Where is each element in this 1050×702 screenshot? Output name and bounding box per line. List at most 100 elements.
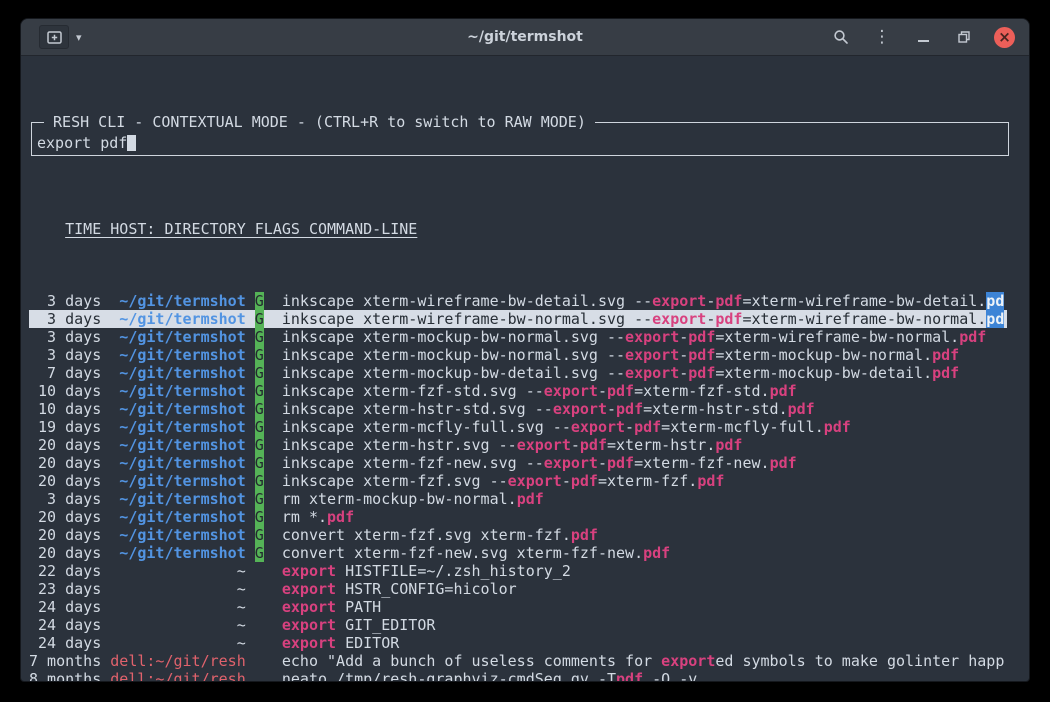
restore-icon: [957, 30, 971, 44]
row-host: dell:~/git/resh: [110, 670, 245, 682]
gap: [264, 562, 282, 580]
search-query-text: export pdf: [37, 134, 127, 152]
cmd-segment: rm xterm-mockup-bw-normal.: [282, 490, 517, 508]
row-flag: G: [255, 544, 264, 562]
cmd-segment: pdf: [607, 382, 634, 400]
row-host: ~/git/termshot: [110, 526, 245, 544]
gap: [264, 346, 282, 364]
history-row[interactable]: 3 days ~/git/termshot G inkscape xterm-m…: [29, 328, 1007, 346]
history-row[interactable]: 10 days ~/git/termshot G inkscape xterm-…: [29, 382, 1007, 400]
row-host: ~/git/termshot: [110, 436, 245, 454]
cmd-segment: pdf: [688, 364, 715, 382]
history-row[interactable]: 20 days ~/git/termshot G rm *.pdf: [29, 508, 1007, 526]
row-flag: G: [255, 508, 264, 526]
gap: [101, 364, 110, 382]
search-button[interactable]: [830, 26, 852, 48]
gap: [101, 454, 110, 472]
gap: [264, 580, 282, 598]
cmd-segment: pdf: [770, 382, 797, 400]
history-row[interactable]: 3 days ~/git/termshot G inkscape xterm-w…: [29, 310, 1007, 328]
cmd-segment: export: [282, 598, 336, 616]
row-time: 23 days: [29, 580, 101, 598]
gap: [264, 292, 282, 310]
row-flag: G: [255, 454, 264, 472]
gap: [264, 652, 282, 670]
cmd-segment: export: [544, 382, 598, 400]
search-box[interactable]: RESH CLI - CONTEXTUAL MODE - (CTRL+R to …: [31, 122, 1009, 156]
history-row[interactable]: 23 days ~ export HSTR_CONFIG=hicolor: [29, 580, 1007, 598]
cmd-segment: pdf: [715, 436, 742, 454]
row-flag: [255, 562, 264, 580]
close-button[interactable]: ×: [994, 27, 1015, 48]
row-host: ~: [110, 616, 245, 634]
history-row[interactable]: 3 days ~/git/termshot G rm xterm-mockup-…: [29, 490, 1007, 508]
history-row[interactable]: 7 days ~/git/termshot G inkscape xterm-m…: [29, 364, 1007, 382]
history-row[interactable]: 8 months dell:~/git/resh neato /tmp/resh…: [29, 670, 1007, 682]
history-row[interactable]: 20 days ~/git/termshot G convert xterm-f…: [29, 544, 1007, 562]
cmd-segment: -: [598, 382, 607, 400]
cmd-segment: convert xterm-fzf-new.svg xterm-fzf-new.: [282, 544, 643, 562]
row-flag: G: [255, 310, 264, 328]
header-text: TIME HOST: DIRECTORY FLAGS COMMAND-LINE: [65, 220, 417, 238]
gap: [101, 652, 110, 670]
row-host: ~/git/termshot: [110, 490, 245, 508]
gap: [264, 490, 282, 508]
titlebar[interactable]: ▾ ~/git/termshot ⋮ ×: [21, 19, 1029, 56]
cmd-segment: export: [508, 472, 562, 490]
cmd-segment: pdf: [688, 328, 715, 346]
cmd-segment: -: [706, 310, 715, 328]
history-row[interactable]: 24 days ~ export EDITOR: [29, 634, 1007, 652]
row-host: ~/git/termshot: [110, 364, 245, 382]
history-row[interactable]: 3 days ~/git/termshot G inkscape xterm-m…: [29, 346, 1007, 364]
cmd-segment: rm *.: [282, 508, 327, 526]
text-cursor: [127, 135, 136, 151]
menu-button[interactable]: ⋮: [871, 26, 893, 48]
chevron-down-icon[interactable]: ▾: [76, 31, 82, 44]
cmd-segment: pdf: [715, 310, 742, 328]
row-time: 20 days: [29, 436, 101, 454]
titlebar-right: ⋮ ×: [830, 26, 1029, 48]
row-host: ~/git/termshot: [110, 310, 245, 328]
history-row[interactable]: 19 days ~/git/termshot G inkscape xterm-…: [29, 418, 1007, 436]
cmd-segment: -: [679, 364, 688, 382]
row-host: ~/git/termshot: [110, 418, 245, 436]
row-flag: [255, 652, 264, 670]
history-row[interactable]: 22 days ~ export HISTFILE=~/.zsh_history…: [29, 562, 1007, 580]
gap: [101, 634, 110, 652]
gap: [101, 580, 110, 598]
search-query-input[interactable]: export pdf: [37, 134, 136, 152]
cmd-segment: inkscape xterm-mockup-bw-normal.svg --: [282, 346, 625, 364]
cmd-segment: =xterm-fzf-new.: [634, 454, 769, 472]
gap: [264, 526, 282, 544]
gap: [246, 670, 255, 682]
row-host: ~/git/termshot: [110, 508, 245, 526]
row-time: 3 days: [29, 292, 101, 310]
gap: [246, 598, 255, 616]
history-row[interactable]: 7 months dell:~/git/resh echo "Add a bun…: [29, 652, 1007, 670]
restore-button[interactable]: [953, 26, 975, 48]
history-row[interactable]: 24 days ~ export PATH: [29, 598, 1007, 616]
cmd-segment: export: [553, 400, 607, 418]
cmd-segment: -O -v: [643, 670, 697, 682]
history-row[interactable]: 20 days ~/git/termshot G convert xterm-f…: [29, 526, 1007, 544]
row-host: ~: [110, 580, 245, 598]
minimize-button[interactable]: [912, 26, 934, 48]
history-row[interactable]: 3 days ~/git/termshot G inkscape xterm-w…: [29, 292, 1007, 310]
history-row[interactable]: 10 days ~/git/termshot G inkscape xterm-…: [29, 400, 1007, 418]
cmd-segment: export: [282, 580, 336, 598]
cmd-segment: =xterm-fzf.: [598, 472, 697, 490]
cmd-segment: pdf: [932, 364, 959, 382]
cmd-segment: -: [562, 472, 571, 490]
new-tab-icon: [47, 31, 62, 44]
row-flag: G: [255, 364, 264, 382]
gap: [101, 400, 110, 418]
cmd-segment: inkscape xterm-mcfly-full.svg --: [282, 418, 571, 436]
history-row[interactable]: 20 days ~/git/termshot G inkscape xterm-…: [29, 454, 1007, 472]
history-row[interactable]: 24 days ~ export GIT_EDITOR: [29, 616, 1007, 634]
cmd-segment: inkscape xterm-wireframe-bw-normal.svg -…: [282, 310, 652, 328]
new-tab-button[interactable]: [39, 25, 69, 49]
history-row[interactable]: 20 days ~/git/termshot G inkscape xterm-…: [29, 436, 1007, 454]
row-host: ~/git/termshot: [110, 454, 245, 472]
row-flag: G: [255, 382, 264, 400]
history-row[interactable]: 20 days ~/git/termshot G inkscape xterm-…: [29, 472, 1007, 490]
